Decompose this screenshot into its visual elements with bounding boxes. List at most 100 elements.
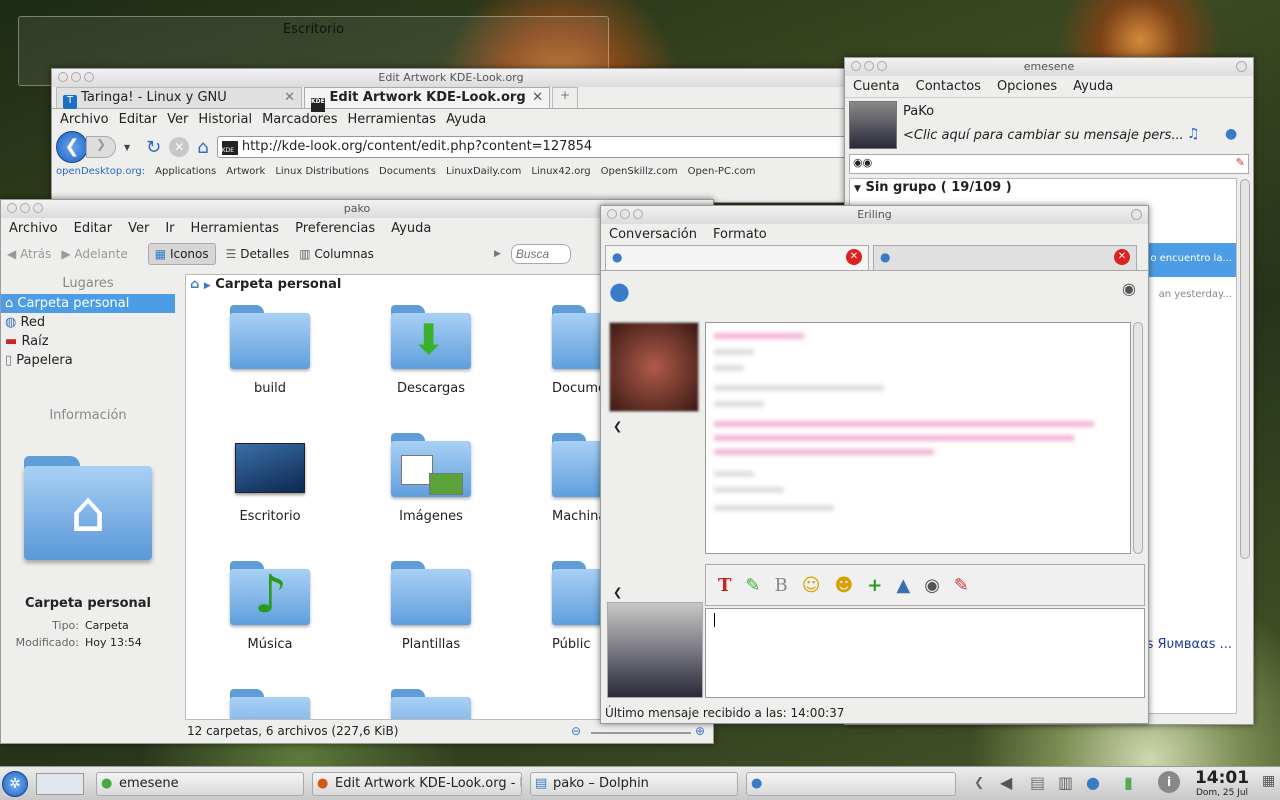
bookmark-openpc[interactable]: Open-PC.com	[688, 166, 756, 177]
zoom-out-icon[interactable]: ⊖	[571, 724, 581, 738]
menu-historial[interactable]: Historial	[194, 111, 256, 128]
menu-ayuda[interactable]: Ayuda	[1069, 78, 1117, 95]
systray-arrow-icon[interactable]: ❮	[974, 775, 984, 789]
forward-button[interactable]: ❯	[86, 136, 116, 158]
personal-message[interactable]: <Clic aquí para cambiar su mensaje pers.…	[903, 128, 1184, 143]
breadcrumb[interactable]: ⌂ ▶ Carpeta personal	[186, 275, 604, 295]
clear-icon[interactable]: ✎	[954, 575, 969, 596]
pager[interactable]	[36, 773, 84, 795]
bold-icon[interactable]: B	[775, 575, 788, 596]
back-button[interactable]: ◀ Atrás	[7, 247, 51, 261]
contact-list-scrollbar[interactable]	[1240, 179, 1250, 559]
webcam-icon[interactable]: ◉	[1122, 279, 1136, 298]
bookmark-documents[interactable]: Documents	[379, 166, 436, 177]
stop-icon[interactable]: ✕	[169, 137, 190, 157]
file-item[interactable]: ⬇ Descargas	[351, 305, 511, 396]
place-red[interactable]: ◍ Red	[1, 313, 175, 332]
contact-search[interactable]: ◉◉ ✎	[849, 154, 1249, 174]
task-dolphin[interactable]: ▤ pako – Dolphin	[530, 772, 738, 796]
menu-marcadores[interactable]: Marcadores	[258, 111, 341, 128]
collapse-left-icon[interactable]: ❮	[613, 586, 622, 599]
details-view-button[interactable]: ☰ Detalles	[226, 247, 290, 261]
info-icon[interactable]: i	[1158, 771, 1180, 793]
file-item[interactable]: Plantillas	[351, 561, 511, 652]
close-icon[interactable]: ✕	[284, 90, 295, 105]
url-bar[interactable]: KDE http://kde-look.org/content/edit.php…	[216, 136, 846, 158]
invite-icon[interactable]: +	[867, 575, 882, 596]
forward-button[interactable]: ▶ Adelante	[61, 247, 127, 261]
menu-herramientas[interactable]: Herramientas	[344, 111, 441, 128]
home-icon[interactable]: ⌂	[197, 137, 208, 158]
file-item[interactable]: build	[190, 305, 350, 396]
clipboard-icon[interactable]: ▤	[1030, 773, 1045, 792]
task-firefox[interactable]: ● Edit Artwork KDE-Look.org - M	[312, 772, 522, 796]
contact-item[interactable]: s Яυмвααѕ ...	[1147, 637, 1232, 652]
bookmark-openskillz[interactable]: OpenSkillz.com	[601, 166, 678, 177]
clock[interactable]: 14:01 Dom, 25 Jul	[1188, 768, 1256, 799]
file-item[interactable]: Públic	[512, 561, 604, 652]
dropdown-icon[interactable]: ▼	[124, 143, 130, 152]
menu-ayuda[interactable]: Ayuda	[387, 220, 435, 237]
file-item[interactable]: Machina	[512, 433, 604, 524]
file-item[interactable]: ♪ Música	[190, 561, 350, 652]
kde-menu-button[interactable]: ✲	[2, 771, 28, 797]
file-item[interactable]: Docume	[512, 305, 604, 396]
my-avatar[interactable]	[607, 602, 703, 698]
panel-toolbox-icon[interactable]: ▦	[1262, 773, 1275, 789]
icons-view-button[interactable]: ▦ Iconos	[147, 243, 216, 265]
message-input[interactable]	[705, 608, 1145, 698]
menu-preferencias[interactable]: Preferencias	[291, 220, 379, 237]
clear-icon[interactable]: ✎	[1236, 156, 1245, 169]
emesene-titlebar[interactable]: emesene	[845, 58, 1253, 76]
bookmark-linux42[interactable]: Linux42.org	[531, 166, 590, 177]
menu-conversacion[interactable]: Conversación	[605, 226, 701, 243]
zoom-slider[interactable]	[591, 732, 691, 734]
menu-formato[interactable]: Formato	[709, 226, 771, 243]
color-picker-icon[interactable]: ✎	[745, 575, 760, 596]
place-raiz[interactable]: ▬ Raíz	[1, 332, 175, 351]
toolbar-arrow-icon[interactable]: ▶	[494, 249, 501, 259]
menu-ver[interactable]: Ver	[124, 220, 153, 237]
network-manager-icon[interactable]: ▥	[1058, 773, 1073, 792]
new-tab-button[interactable]: +	[552, 87, 578, 108]
close-icon[interactable]: ✕	[532, 90, 543, 105]
battery-icon[interactable]: ▮	[1124, 773, 1133, 792]
menu-contactos[interactable]: Contactos	[912, 78, 985, 95]
chat-titlebar[interactable]: Eriling	[601, 206, 1148, 224]
menu-archivo[interactable]: Archivo	[56, 111, 113, 128]
menu-herramientas[interactable]: Herramientas	[187, 220, 284, 237]
status-icon[interactable]: ●	[1225, 126, 1237, 142]
emoticon-icon[interactable]: ☺	[802, 575, 821, 596]
firefox-titlebar[interactable]: Edit Artwork KDE-Look.org	[52, 69, 850, 87]
home-icon[interactable]: ⌂	[190, 277, 199, 292]
chat-tab-active[interactable]: ● ✕	[605, 245, 869, 270]
place-carpeta-personal[interactable]: ⌂ Carpeta personal	[1, 294, 175, 313]
zoom-in-icon[interactable]: ⊕	[695, 724, 705, 738]
bookmark-linux-distributions[interactable]: Linux Distributions	[275, 166, 369, 177]
emesene-tray-icon[interactable]: ●	[1086, 773, 1100, 792]
file-item[interactable]	[190, 689, 350, 719]
menu-archivo[interactable]: Archivo	[5, 220, 62, 237]
file-item[interactable]: Escritorio	[190, 433, 350, 524]
nick[interactable]: PaKo	[903, 104, 934, 119]
webcam-icon[interactable]: ◉	[924, 575, 940, 596]
tab-taringa[interactable]: T Taringa! - Linux y GNU ✕	[56, 87, 302, 109]
bookmark-linuxdaily[interactable]: LinuxDaily.com	[446, 166, 521, 177]
bookmark-opendesktop[interactable]: openDesktop.org:	[56, 166, 145, 177]
file-item[interactable]: Imágenes	[351, 433, 511, 524]
collapse-left-icon[interactable]: ❮	[613, 420, 622, 433]
task-emesene[interactable]: ● emesene	[96, 772, 304, 796]
reload-icon[interactable]: ↻	[146, 137, 161, 158]
bookmark-artwork[interactable]: Artwork	[226, 166, 265, 177]
task-chat[interactable]: ●	[746, 772, 956, 796]
avatar[interactable]	[849, 101, 897, 149]
chat-tab[interactable]: ● ✕	[873, 245, 1137, 270]
file-item[interactable]	[351, 689, 511, 719]
conversation-scrollbar[interactable]	[1133, 322, 1143, 554]
columns-view-button[interactable]: ▥ Columnas	[299, 247, 374, 261]
nudge-icon[interactable]: ▲	[896, 575, 910, 596]
group-header[interactable]: ▼ Sin grupo ( 19/109 )	[850, 179, 1236, 196]
menu-ir[interactable]: Ir	[161, 220, 178, 237]
search-input[interactable]	[510, 244, 571, 264]
menu-ayuda[interactable]: Ayuda	[442, 111, 490, 128]
